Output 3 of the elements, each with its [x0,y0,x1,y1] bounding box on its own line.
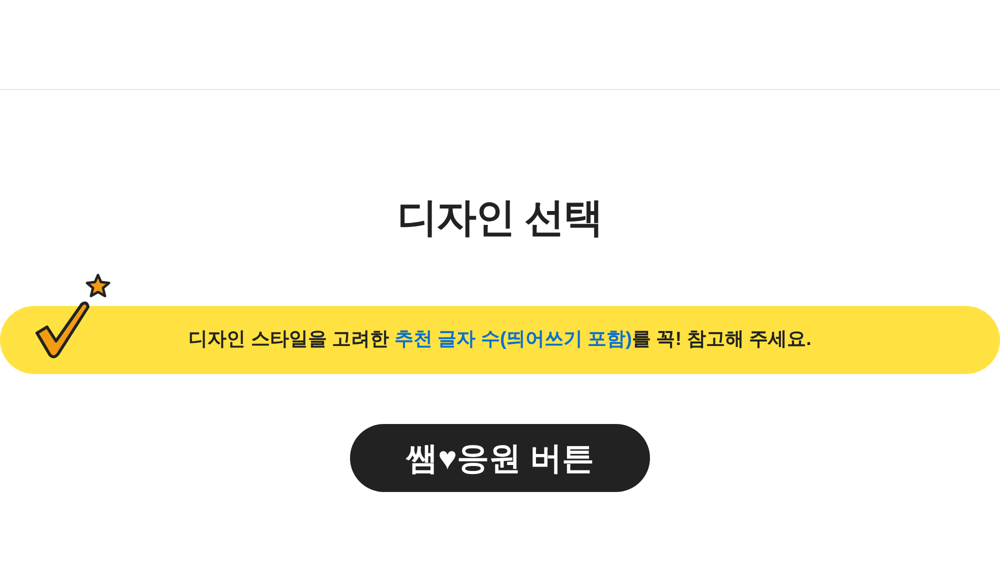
page-title: 디자인 선택 [397,195,603,242]
notice-text: 디자인 스타일을 고려한 추천 글자 수(띄어쓰기 포함)를 꼭! 참고해 주세요. [188,328,812,352]
cheer-button[interactable]: 쌤♥응원 버튼 [350,424,650,492]
